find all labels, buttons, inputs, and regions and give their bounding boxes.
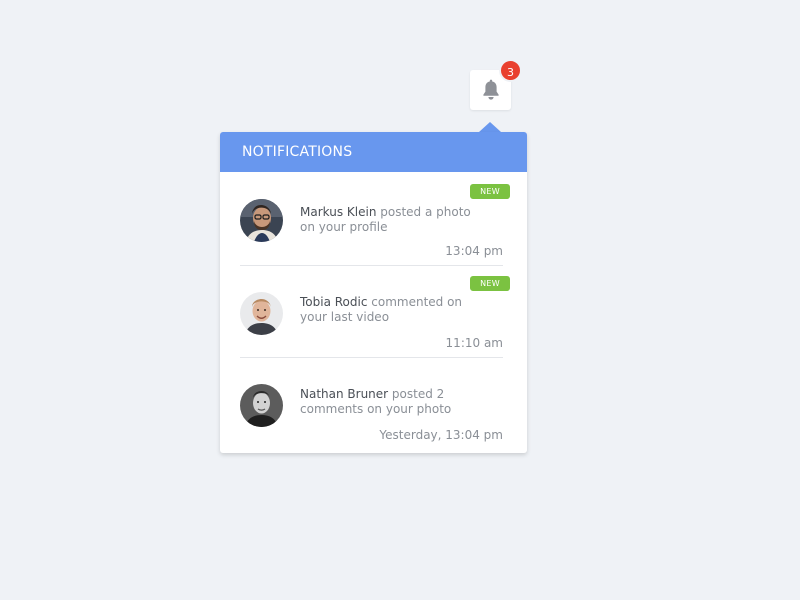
- notifications-header: NOTIFICATIONS: [220, 132, 527, 172]
- avatar-markus-klein[interactable]: [240, 199, 283, 242]
- bell-icon: [482, 79, 499, 100]
- avatar-tobia-rodic[interactable]: [240, 292, 283, 335]
- notification-author: Markus Klein: [300, 205, 377, 219]
- new-badge: NEW: [470, 184, 510, 199]
- notification-time: 11:10 am: [445, 336, 503, 350]
- notification-item[interactable]: Tobia Rodic commented on your last video…: [240, 266, 510, 358]
- notification-author: Nathan Bruner: [300, 387, 389, 401]
- notification-time: 13:04 pm: [445, 244, 503, 258]
- notification-time: Yesterday, 13:04 pm: [379, 428, 503, 442]
- notification-text: Markus Klein posted a photo on your prof…: [300, 205, 480, 235]
- notification-item[interactable]: Nathan Bruner posted 2 comments on your …: [240, 358, 503, 450]
- avatar-nathan-bruner[interactable]: [240, 384, 283, 427]
- notification-item[interactable]: Markus Klein posted a photo on your prof…: [240, 172, 510, 266]
- notifications-dropdown: NOTIFICATIONS Markus Klein posted a phot…: [220, 132, 527, 453]
- notifications-list: Markus Klein posted a photo on your prof…: [220, 172, 527, 450]
- notification-text: Nathan Bruner posted 2 comments on your …: [300, 387, 480, 417]
- notification-stage: 3 NOTIFICATIONS Markus Klein posted a ph…: [0, 0, 800, 600]
- notification-author: Tobia Rodic: [300, 295, 368, 309]
- notification-count-badge: 3: [499, 59, 522, 82]
- notification-text: Tobia Rodic commented on your last video: [300, 295, 480, 325]
- dropdown-caret: [479, 122, 501, 132]
- new-badge: NEW: [470, 276, 510, 291]
